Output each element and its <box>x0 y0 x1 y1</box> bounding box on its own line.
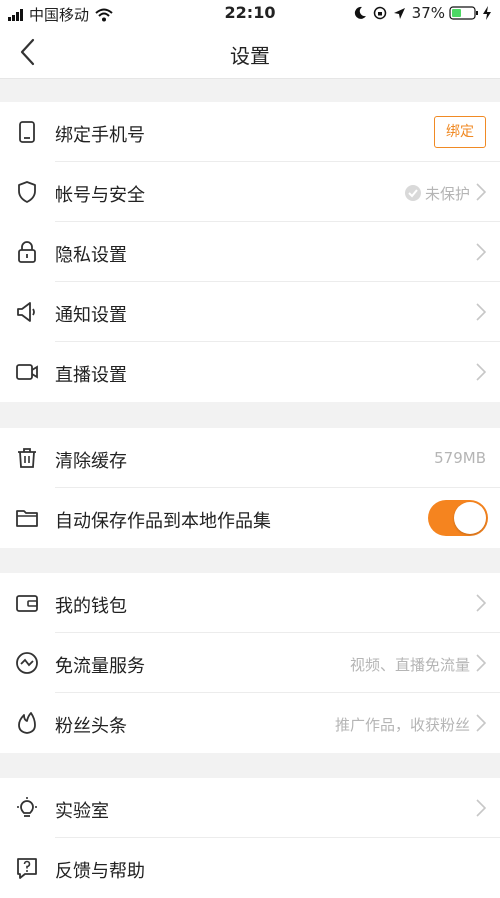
lightbulb-icon <box>17 797 37 817</box>
folder-icon <box>16 510 38 527</box>
lab-label: 实验室 <box>55 801 109 822</box>
navigation-bar: 设置 <box>0 26 500 79</box>
chevron-right-icon <box>476 594 486 612</box>
moon-icon <box>354 6 366 19</box>
chevron-right-icon <box>476 654 486 672</box>
clear-cache-label: 清除缓存 <box>55 451 127 472</box>
feedback-help-label: 反馈与帮助 <box>55 861 145 882</box>
free-data-label: 免流量服务 <box>55 656 145 677</box>
orientation-lock-icon <box>373 6 386 20</box>
speaker-icon <box>17 302 35 322</box>
fan-headline-desc: 推广作品，收获粉丝 <box>334 716 470 734</box>
status-bar: 中国移动 22:10 37% <box>0 0 500 26</box>
page-title: 设置 <box>230 44 270 68</box>
wallet-icon <box>16 595 38 612</box>
live-settings-row[interactable]: 直播设置 <box>0 342 500 402</box>
cache-size: 579MB <box>434 449 486 467</box>
feedback-help-row[interactable]: 反馈与帮助 <box>0 838 500 898</box>
account-security-row[interactable]: 帐号与安全 未保护 <box>0 162 500 222</box>
auto-save-row: 自动保存作品到本地作品集 <box>0 488 500 548</box>
clear-cache-row[interactable]: 清除缓存 579MB <box>0 428 500 488</box>
check-circle-icon <box>404 185 421 201</box>
battery-percent: 37% <box>411 4 445 22</box>
pulse-circle-icon <box>16 652 38 674</box>
charging-icon <box>483 6 491 20</box>
chevron-right-icon <box>476 303 486 321</box>
account-security-label: 帐号与安全 <box>55 185 145 206</box>
notification-settings-row[interactable]: 通知设置 <box>0 282 500 342</box>
auto-save-toggle[interactable] <box>428 500 488 536</box>
free-data-row[interactable]: 免流量服务 视频、直播免流量 <box>0 633 500 693</box>
video-camera-icon <box>16 364 38 380</box>
live-settings-label: 直播设置 <box>55 365 127 386</box>
security-status: 未保护 <box>404 183 470 204</box>
settings-group-misc: 实验室 反馈与帮助 <box>0 778 500 898</box>
chevron-right-icon <box>476 183 486 201</box>
settings-group-services: 我的钱包 免流量服务 视频、直播免流量 粉丝头条 推广作品，收获粉丝 <box>0 573 500 753</box>
settings-group-account: 绑定手机号 绑定 帐号与安全 未保护 隐私设置 通知设置 直播设置 <box>0 102 500 402</box>
chevron-right-icon <box>476 363 486 381</box>
wallet-row[interactable]: 我的钱包 <box>0 573 500 633</box>
security-status-text: 未保护 <box>424 185 470 203</box>
chevron-right-icon <box>476 799 486 817</box>
lab-row[interactable]: 实验室 <box>0 778 500 838</box>
settings-group-storage: 清除缓存 579MB 自动保存作品到本地作品集 <box>0 428 500 548</box>
notification-settings-label: 通知设置 <box>55 305 127 326</box>
wallet-label: 我的钱包 <box>55 596 127 617</box>
phone-icon <box>19 121 35 143</box>
chevron-right-icon <box>476 714 486 732</box>
location-icon <box>393 7 405 19</box>
privacy-settings-row[interactable]: 隐私设置 <box>0 222 500 282</box>
flame-icon <box>18 712 36 734</box>
fan-headline-row[interactable]: 粉丝头条 推广作品，收获粉丝 <box>0 693 500 753</box>
chevron-right-icon <box>476 243 486 261</box>
bind-button[interactable]: 绑定 <box>434 116 486 148</box>
shield-icon <box>18 181 36 203</box>
toggle-knob <box>454 502 486 534</box>
help-icon <box>17 858 37 879</box>
bind-phone-row[interactable]: 绑定手机号 绑定 <box>0 102 500 162</box>
fan-headline-label: 粉丝头条 <box>55 716 127 737</box>
privacy-settings-label: 隐私设置 <box>55 245 127 266</box>
bind-phone-label: 绑定手机号 <box>55 125 145 146</box>
lock-icon <box>18 241 36 263</box>
free-data-desc: 视频、直播免流量 <box>349 656 470 674</box>
battery-icon <box>449 6 478 20</box>
trash-icon <box>18 448 36 468</box>
auto-save-label: 自动保存作品到本地作品集 <box>55 511 271 532</box>
status-bar-right: 37% <box>353 4 492 22</box>
